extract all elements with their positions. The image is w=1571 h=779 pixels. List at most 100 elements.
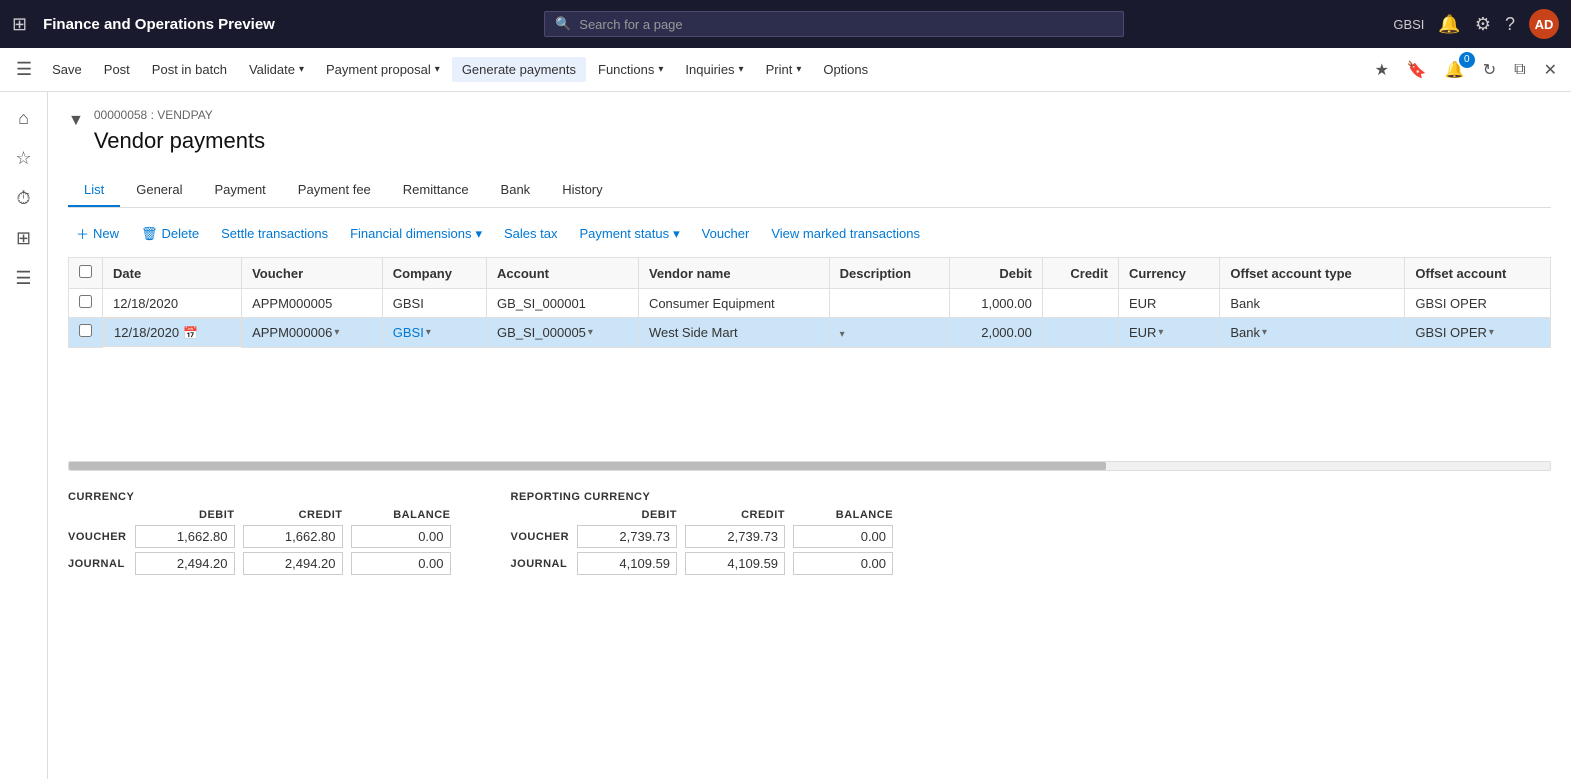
new-button[interactable]: ＋ New [68, 220, 127, 247]
rep-journal-debit-input[interactable] [577, 552, 677, 575]
post-in-batch-button[interactable]: Post in batch [142, 57, 237, 82]
scrollbar-thumb[interactable] [69, 462, 1106, 470]
grid-icon[interactable]: ⊞ [12, 14, 27, 35]
financial-dimensions-label: Financial dimensions [350, 226, 471, 241]
financial-dimensions-button[interactable]: Financial dimensions ▾ [342, 222, 490, 246]
row-2-account: GB_SI_000005 ▾ [487, 318, 639, 348]
currency-voucher-debit-input[interactable] [135, 525, 235, 548]
currency-voucher-credit-input[interactable] [243, 525, 343, 548]
rep-journal-credit-input[interactable] [685, 552, 785, 575]
offset-account-dropdown-arrow[interactable]: ▾ [1489, 327, 1494, 338]
sidebar-item-home[interactable]: ⌂ [6, 100, 42, 136]
data-table-wrapper: Date Voucher Company Account Vendor name… [68, 257, 1551, 457]
sidebar-item-recent[interactable]: ⏱ [6, 180, 42, 216]
inquiries-label: Inquiries [685, 62, 734, 77]
row-1-check-cell[interactable] [69, 289, 103, 318]
table-row[interactable]: 12/18/2020 📅 APPM000006 ▾ GBSI ▾ [69, 318, 1551, 348]
row-1-vendor-name: Consumer Equipment [638, 289, 829, 318]
offset-type-dropdown-arrow[interactable]: ▾ [1262, 327, 1267, 338]
user-avatar[interactable]: AD [1529, 9, 1559, 39]
open-in-new-icon[interactable]: ⧉ [1508, 57, 1531, 83]
close-icon[interactable]: ✕ [1538, 56, 1563, 84]
payment-status-button[interactable]: Payment status ▾ [572, 222, 688, 246]
sales-tax-button[interactable]: Sales tax [496, 222, 565, 245]
row-1-offset-account-type: Bank [1220, 289, 1405, 318]
tab-general[interactable]: General [120, 174, 198, 207]
company-dropdown[interactable]: GBSI ▾ [393, 325, 431, 340]
tab-payment[interactable]: Payment [198, 174, 281, 207]
functions-button[interactable]: Functions ▾ [588, 57, 673, 82]
description-dropdown[interactable]: ▾ [840, 329, 845, 340]
currency-dropdown-arrow[interactable]: ▾ [1158, 327, 1163, 338]
currency-journal-credit-input[interactable] [243, 552, 343, 575]
offset-type-dropdown[interactable]: Bank ▾ [1230, 325, 1267, 340]
validate-button[interactable]: Validate ▾ [239, 57, 314, 82]
currency-dropdown[interactable]: EUR ▾ [1129, 325, 1163, 340]
rep-voucher-debit-input[interactable] [577, 525, 677, 548]
settle-transactions-button[interactable]: Settle transactions [213, 222, 336, 245]
post-button[interactable]: Post [94, 57, 140, 82]
tab-bank[interactable]: Bank [485, 174, 547, 207]
sidebar-toggle-icon[interactable]: ☰ [8, 55, 40, 84]
account-dropdown-arrow[interactable]: ▾ [588, 327, 593, 338]
tab-list[interactable]: List [68, 174, 120, 207]
sidebar-item-modules[interactable]: ☰ [6, 260, 42, 296]
generate-payments-button[interactable]: Generate payments [452, 57, 586, 82]
tab-remittance[interactable]: Remittance [387, 174, 485, 207]
table-row[interactable]: 12/18/2020 APPM000005 GBSI GB_SI_000001 … [69, 289, 1551, 318]
save-button[interactable]: Save [42, 57, 92, 82]
offset-account-dropdown[interactable]: GBSI OPER ▾ [1415, 325, 1494, 340]
col-debit-header: Debit [949, 258, 1042, 289]
col-offset-account-header: Offset account [1405, 258, 1551, 289]
refresh-icon[interactable]: ↻ [1477, 56, 1502, 84]
currency-journal-row-label: JOURNAL [68, 558, 127, 570]
row-2-check-cell[interactable] [69, 318, 103, 348]
row-1-currency: EUR [1118, 289, 1219, 318]
select-all-checkbox[interactable] [79, 265, 92, 278]
payment-proposal-button[interactable]: Payment proposal ▾ [316, 57, 450, 82]
currency-journal-balance-input[interactable] [351, 552, 451, 575]
row-1-checkbox[interactable] [79, 295, 92, 308]
rep-journal-balance-input[interactable] [793, 552, 893, 575]
inquiries-button[interactable]: Inquiries ▾ [675, 57, 753, 82]
description-dropdown-arrow[interactable]: ▾ [840, 329, 845, 340]
help-icon[interactable]: ? [1505, 14, 1515, 35]
company-dropdown-arrow[interactable]: ▾ [426, 327, 431, 338]
bookmark-icon[interactable]: 🔖 [1401, 56, 1433, 84]
col-date-header: Date [103, 258, 242, 289]
view-marked-transactions-button[interactable]: View marked transactions [763, 222, 928, 245]
notification-icon[interactable]: 🔔 [1438, 14, 1460, 35]
favorites-icon[interactable]: ★ [1369, 56, 1395, 84]
col-check-header[interactable] [69, 258, 103, 289]
options-button[interactable]: Options [813, 57, 878, 82]
account-dropdown[interactable]: GB_SI_000005 ▾ [497, 325, 593, 340]
tab-history[interactable]: History [546, 174, 618, 207]
row-2-credit [1042, 318, 1118, 348]
sidebar-item-favorites[interactable]: ☆ [6, 140, 42, 176]
rep-voucher-credit-input[interactable] [685, 525, 785, 548]
row-1-offset-account: GBSI OPER [1405, 289, 1551, 318]
search-input[interactable] [579, 17, 1113, 32]
currency-voucher-balance-input[interactable] [351, 525, 451, 548]
payment-status-chevron: ▾ [673, 226, 680, 242]
alerts-badge: 0 [1459, 52, 1475, 68]
settings-icon[interactable]: ⚙ [1475, 14, 1491, 35]
currency-journal-debit-input[interactable] [135, 552, 235, 575]
row-2-checkbox[interactable] [79, 324, 92, 337]
horizontal-scrollbar[interactable] [68, 461, 1551, 471]
rep-voucher-balance-input[interactable] [793, 525, 893, 548]
new-label: New [93, 226, 119, 241]
voucher-button[interactable]: Voucher [694, 222, 758, 245]
currency-voucher-row-label: VOUCHER [68, 531, 127, 543]
sidebar-item-workspaces[interactable]: ⊞ [6, 220, 42, 256]
calendar-icon[interactable]: 📅 [183, 326, 198, 340]
delete-button[interactable]: 🗑 Delete [133, 222, 207, 246]
tab-payment-fee[interactable]: Payment fee [282, 174, 387, 207]
row-2-currency: EUR ▾ [1118, 318, 1219, 348]
row-1-description [829, 289, 949, 318]
col-account-header: Account [487, 258, 639, 289]
filter-icon[interactable]: ▼ [68, 112, 84, 130]
voucher-dropdown[interactable]: APPM000006 ▾ [252, 325, 339, 340]
print-button[interactable]: Print ▾ [756, 57, 812, 82]
voucher-dropdown-arrow[interactable]: ▾ [334, 327, 339, 338]
